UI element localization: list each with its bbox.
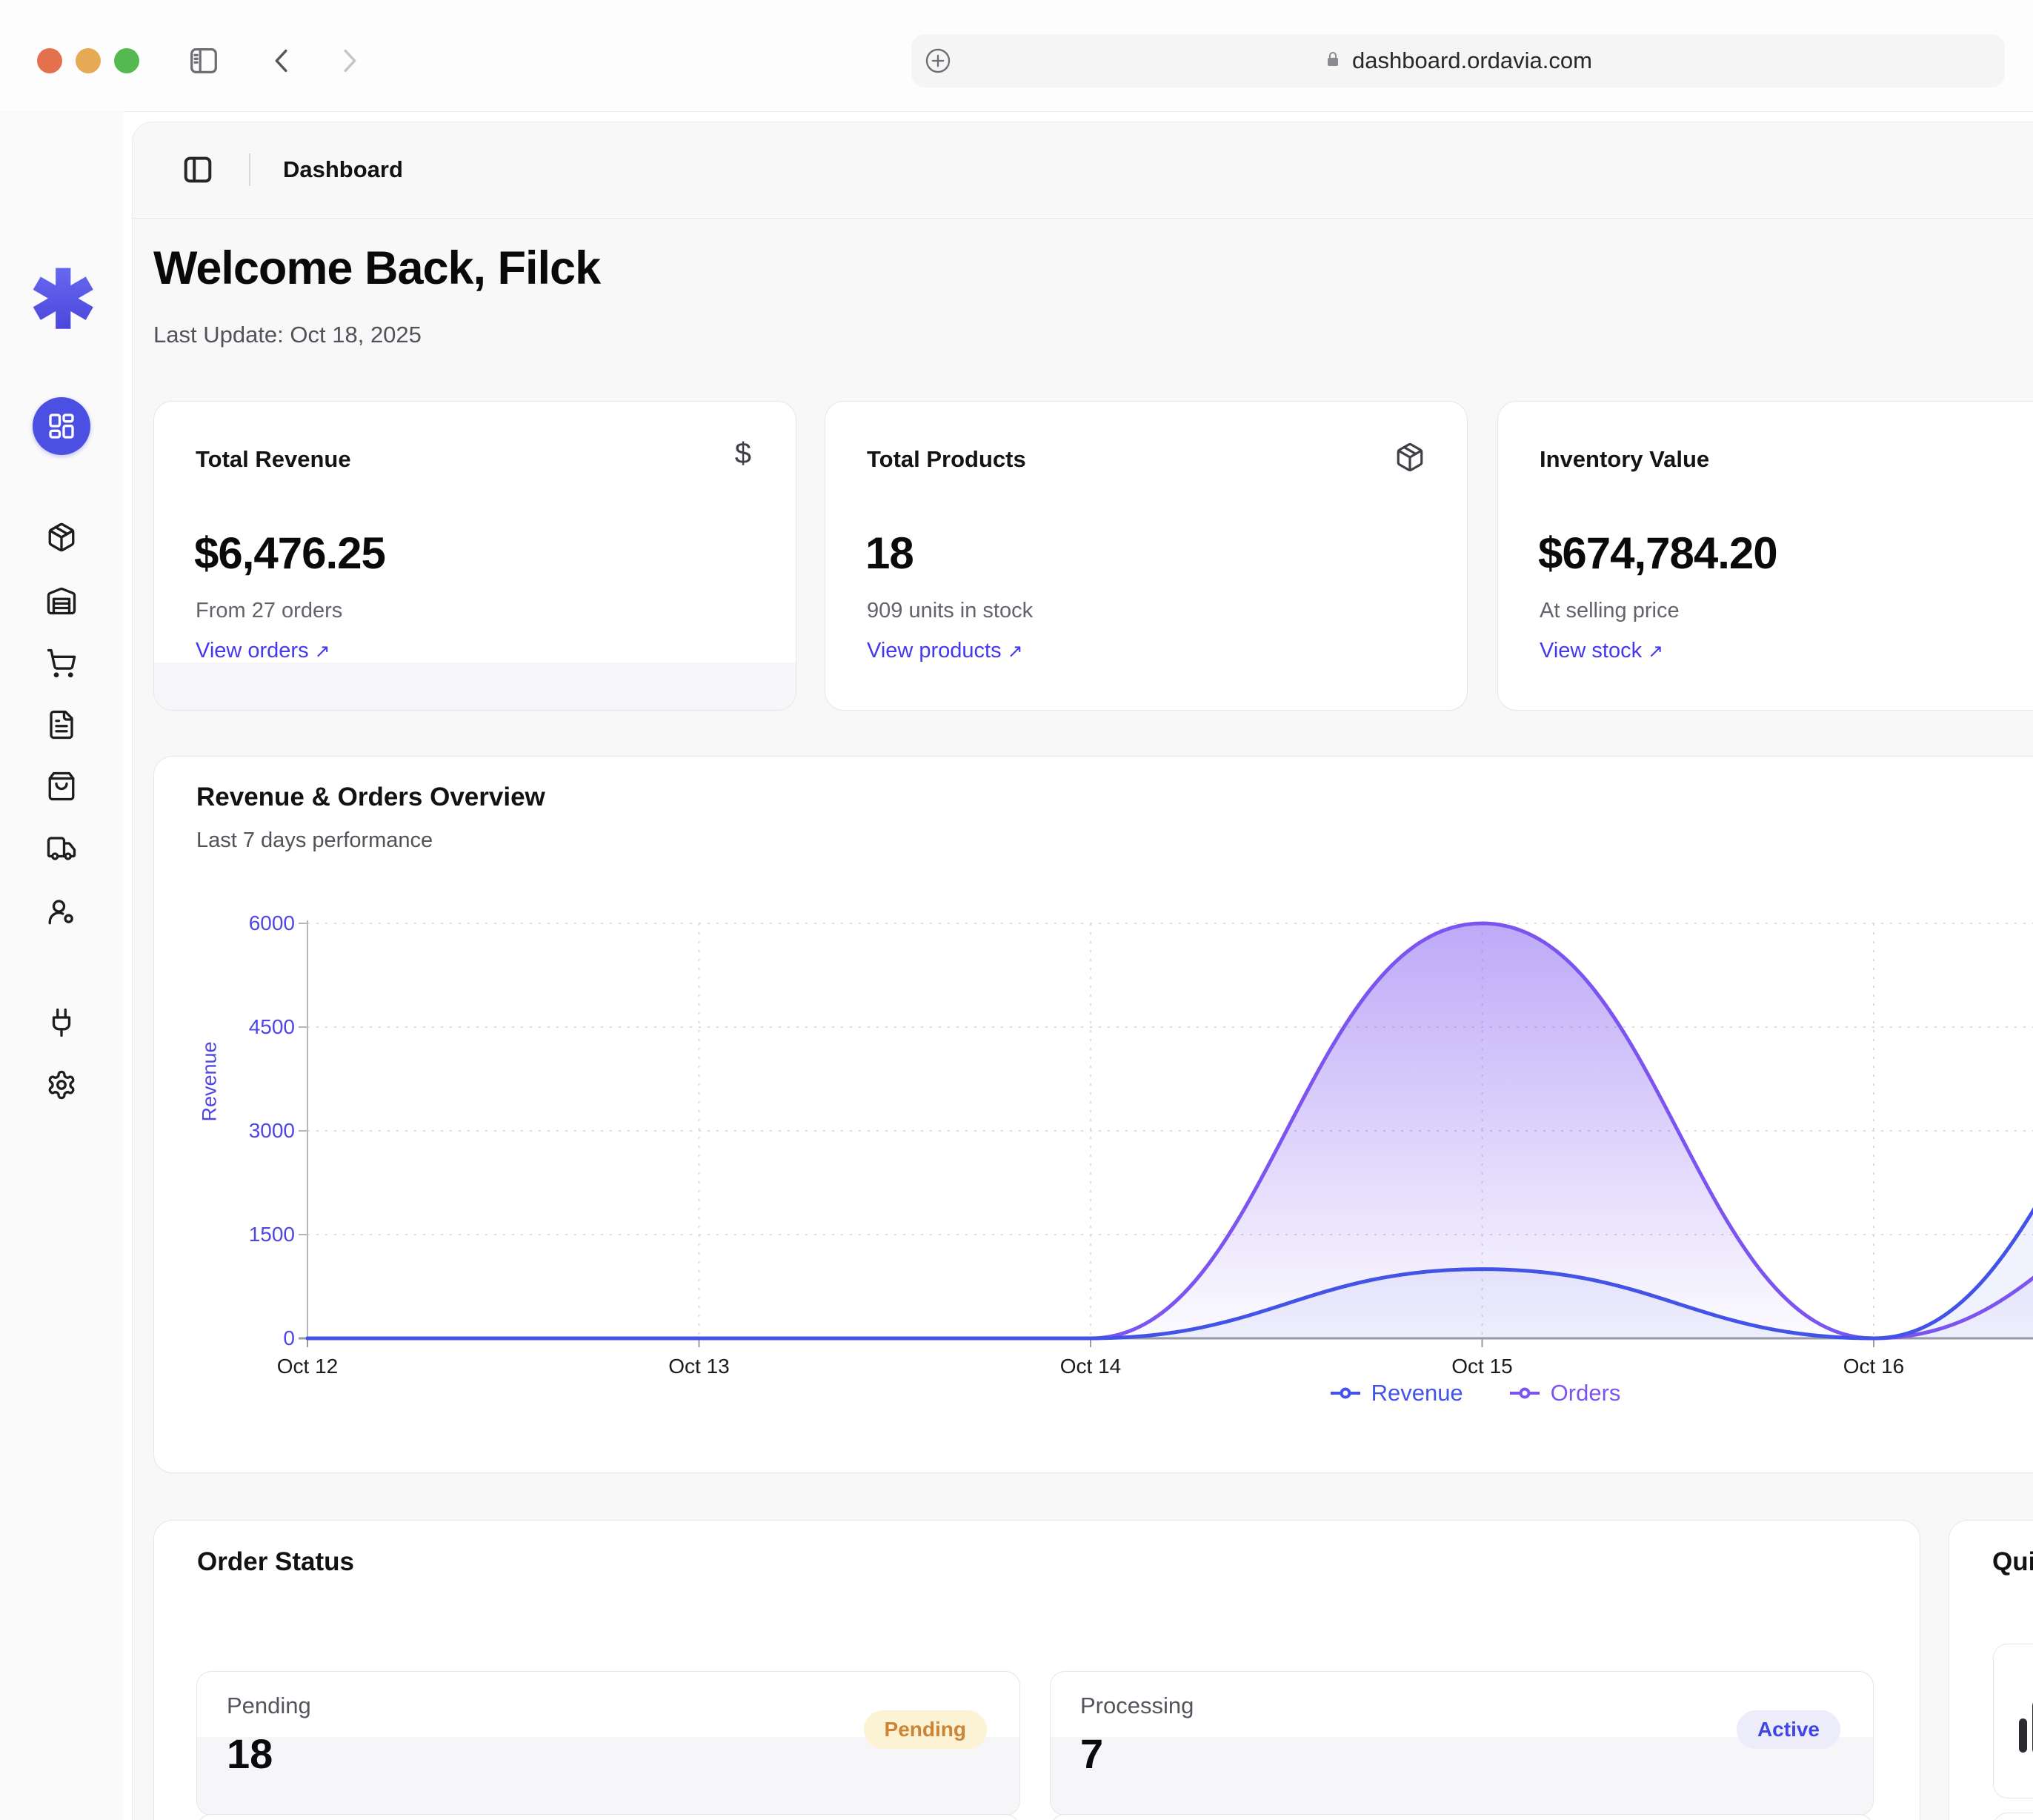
breadcrumb: Dashboard (283, 156, 403, 183)
revenue-orders-chart (299, 920, 2033, 1350)
x-tick-label: Oct 16 (1811, 1355, 1937, 1378)
sidebar-item-cart[interactable] (46, 648, 77, 679)
package-icon (46, 522, 77, 553)
legend-marker-icon (1328, 1385, 1362, 1401)
view-orders-link[interactable]: View orders ↗ (196, 639, 330, 663)
stat-card-title: Inventory Value (1540, 446, 1709, 473)
status-badge: Active (1737, 1710, 1840, 1749)
order-status-count: 7 (1080, 1730, 1103, 1778)
forward-icon[interactable] (332, 44, 366, 78)
view-products-link[interactable]: View products ↗ (867, 639, 1023, 663)
stat-card-title: Total Revenue (196, 446, 351, 473)
page-title: Welcome Back, Filck (153, 242, 600, 295)
y-tick-label: 0 (213, 1326, 295, 1350)
gear-icon (46, 1069, 77, 1100)
status-badge: Pending (864, 1710, 987, 1749)
app-header: Dashboard (132, 122, 2033, 219)
lock-icon (1324, 50, 1342, 71)
sidebar-item-integrations[interactable] (46, 1007, 77, 1038)
stat-card-value: $6,476.25 (194, 528, 385, 579)
sidebar-item-warehouse[interactable] (46, 585, 77, 616)
shopping-cart-icon (46, 648, 77, 679)
back-icon[interactable] (265, 44, 299, 78)
shopping-bag-icon (46, 771, 77, 802)
y-tick-label: 6000 (213, 911, 295, 935)
order-status-row-processing[interactable]: Processing 7 Active (1050, 1671, 1874, 1816)
brand-logo-asterisk-icon: ✱ (30, 259, 93, 341)
url-text: dashboard.ordavia.com (1352, 47, 1592, 74)
browser-sidebar-icon[interactable] (187, 44, 221, 78)
maximize-window-button[interactable] (114, 48, 139, 73)
x-tick-label: Oct 12 (244, 1355, 370, 1378)
quick-actions-title: Qui (1992, 1547, 2033, 1577)
order-status-row-partial[interactable] (196, 1814, 1020, 1820)
screen: dashboard.ordavia.com ✱ (0, 0, 2033, 1820)
minimize-window-button[interactable] (76, 48, 101, 73)
y-tick-label: 3000 (213, 1119, 295, 1143)
stat-card-total-revenue: Total Revenue $ $6,476.25 From 27 orders… (153, 401, 796, 711)
x-tick-label: Oct 14 (1028, 1355, 1154, 1378)
close-window-button[interactable] (37, 48, 62, 73)
sidebar-item-invoices[interactable] (46, 709, 77, 740)
legend-item-revenue[interactable]: Revenue (1328, 1380, 1463, 1406)
sidebar-item-products[interactable] (46, 522, 77, 553)
app-sidebar: ✱ (0, 111, 123, 1820)
quick-action-tile[interactable] (1993, 1644, 2033, 1799)
sidebar-item-dashboard[interactable] (33, 397, 90, 455)
stat-card-total-products: Total Products 18 909 units in stock Vie… (825, 401, 1468, 711)
stat-card-subtitle: From 27 orders (196, 599, 342, 623)
stat-card-subtitle: At selling price (1540, 599, 1680, 623)
header-divider (249, 153, 250, 186)
panel-toggle-icon[interactable] (181, 153, 215, 187)
browser-toolbar: dashboard.ordavia.com (0, 0, 2033, 112)
stat-card-value: $674,784.20 (1538, 528, 1777, 579)
legend-marker-icon (1508, 1385, 1542, 1401)
stat-card-value: 18 (865, 528, 914, 579)
legend-item-orders[interactable]: Orders (1508, 1380, 1621, 1406)
layout-dashboard-icon (47, 411, 76, 441)
warehouse-icon (46, 585, 77, 616)
x-tick-label: Oct 13 (636, 1355, 762, 1378)
order-status-label: Processing (1080, 1693, 1194, 1719)
sidebar-item-shipping[interactable] (46, 833, 77, 864)
stat-card-subtitle: 909 units in stock (867, 599, 1033, 623)
address-bar[interactable]: dashboard.ordavia.com (911, 34, 2005, 87)
view-stock-link[interactable]: View stock ↗ (1540, 639, 1663, 663)
order-status-label: Pending (227, 1693, 311, 1719)
order-status-count: 18 (227, 1730, 273, 1778)
x-tick-label: Oct 15 (1420, 1355, 1545, 1378)
dollar-icon: $ (735, 437, 751, 471)
stat-card-inventory-value: Inventory Value $674,784.20 At selling p… (1497, 401, 2033, 711)
last-update-text: Last Update: Oct 18, 2025 (153, 322, 422, 348)
plug-icon (46, 1007, 77, 1038)
file-text-icon (46, 709, 77, 740)
y-tick-label: 1500 (213, 1223, 295, 1246)
y-tick-label: 4500 (213, 1015, 295, 1039)
order-status-title: Order Status (197, 1547, 354, 1577)
stat-card-title: Total Products (867, 446, 1026, 473)
chart-legend: Revenue Orders (1171, 1380, 1778, 1406)
truck-icon (46, 833, 77, 864)
stat-card-footer (154, 662, 796, 710)
order-status-row-partial[interactable] (1050, 1814, 1874, 1820)
order-status-row-pending[interactable]: Pending 18 Pending (196, 1671, 1020, 1816)
chart-title: Revenue & Orders Overview (196, 783, 545, 812)
sidebar-item-settings[interactable] (46, 1069, 77, 1100)
users-icon (46, 896, 77, 927)
package-icon (1394, 442, 1425, 473)
chart-subtitle: Last 7 days performance (196, 828, 433, 853)
sidebar-item-customers[interactable] (46, 896, 77, 927)
sidebar-item-shop[interactable] (46, 771, 77, 802)
